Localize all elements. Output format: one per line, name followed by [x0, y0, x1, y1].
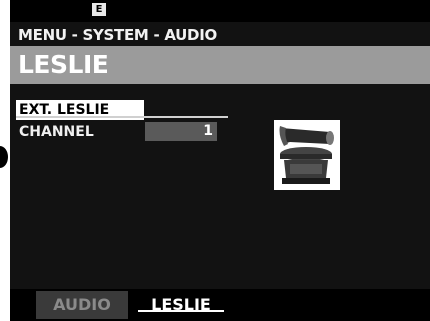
- title-bar: LESLIE: [10, 46, 430, 84]
- e-indicator-icon: E: [92, 3, 106, 16]
- channel-value: 1: [203, 123, 213, 139]
- status-bar: E: [10, 0, 430, 22]
- row-divider: [16, 116, 228, 118]
- channel-value-field[interactable]: 1: [145, 122, 217, 141]
- tab-bar: AUDIO LESLIE: [10, 289, 430, 321]
- active-tab-indicator: [138, 310, 224, 312]
- tab-leslie[interactable]: LESLIE: [138, 291, 224, 319]
- side-knob: [0, 146, 8, 168]
- breadcrumb: MENU - SYSTEM - AUDIO: [18, 26, 217, 44]
- leslie-speaker-icon: [274, 120, 340, 190]
- param-label: CHANNEL: [19, 124, 94, 140]
- leslie-speaker-graphic: [276, 122, 338, 188]
- display-screen: E MENU - SYSTEM - AUDIO LESLIE EXT. LESL…: [10, 0, 430, 321]
- page-title: LESLIE: [18, 50, 109, 79]
- tab-audio[interactable]: AUDIO: [36, 291, 128, 319]
